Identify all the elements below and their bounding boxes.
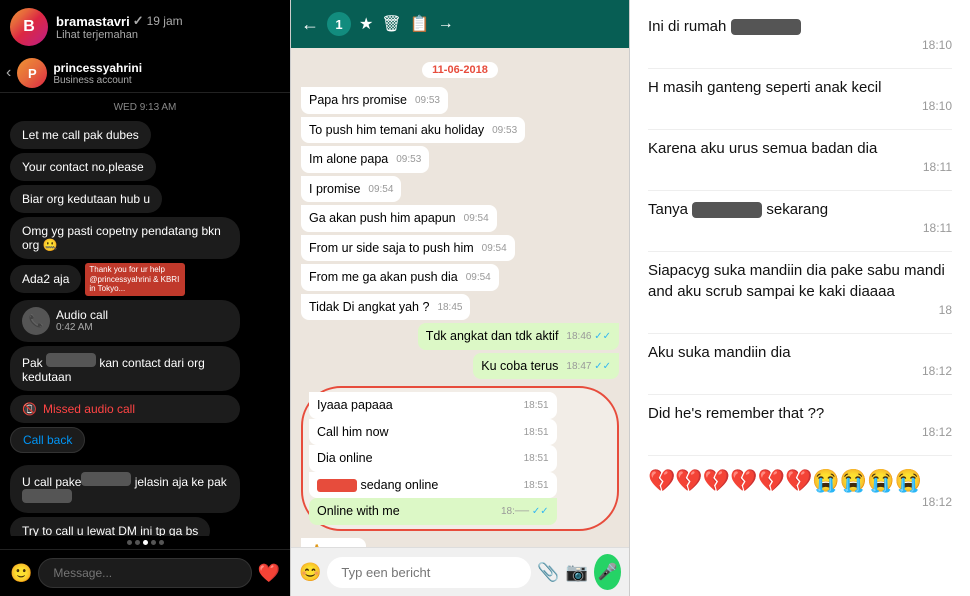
blurred-name bbox=[46, 353, 96, 367]
list-item: Pak kan contact dari org kedutaan bbox=[10, 346, 240, 391]
call-back-button[interactable]: Call back bbox=[10, 427, 85, 453]
dm-input[interactable] bbox=[38, 558, 251, 588]
dot-1 bbox=[127, 540, 132, 545]
wa-date-badge: 11-06-2018 bbox=[422, 62, 498, 78]
star-icon[interactable]: ★ bbox=[359, 14, 373, 34]
emoji-button[interactable]: 😊 bbox=[299, 562, 321, 583]
oval-highlight: Iyaaa papaaa 18:51 Call him now 18:51 Di… bbox=[301, 386, 619, 531]
dot-2 bbox=[135, 540, 140, 545]
list-item: Your contact no.please bbox=[10, 153, 156, 181]
story-username: bramastavri ✓ 19 jam bbox=[56, 13, 280, 29]
missed-call-icon: 📵 bbox=[22, 402, 37, 416]
story-avatar: B bbox=[10, 8, 48, 46]
table-row: Papa hrs promise 09:53 bbox=[301, 87, 448, 114]
audio-icon: 📞 bbox=[22, 307, 50, 335]
divider bbox=[648, 68, 952, 69]
dot-4 bbox=[151, 540, 156, 545]
mic-button[interactable]: 🎤 bbox=[594, 554, 621, 590]
divider bbox=[648, 129, 952, 130]
wa-message-input[interactable] bbox=[327, 557, 531, 588]
table-row: Dia online 18:51 bbox=[309, 445, 557, 472]
chat-user-info: princessyahrini Business account bbox=[53, 61, 142, 86]
wa-chat-area: 11-06-2018 Papa hrs promise 09:53 To pus… bbox=[291, 48, 629, 547]
list-item: Try to call u lewat DM ini tp ga bs bbox=[10, 517, 210, 536]
table-row: Im alone papa 09:53 bbox=[301, 146, 429, 173]
chat-avatar: P bbox=[17, 58, 47, 88]
divider bbox=[648, 455, 952, 456]
dm-input-row: 🙂 ❤️ bbox=[0, 549, 290, 596]
table-row: To push him temani aku holiday 09:53 bbox=[301, 117, 525, 144]
divider bbox=[648, 251, 952, 252]
table-row: H masih ganteng seperti anak kecil 18:10 bbox=[648, 77, 952, 113]
table-row: sedang online 18:51 bbox=[309, 472, 557, 499]
dot-3-active bbox=[143, 540, 148, 545]
wa-header: ← 1 ★ 🗑 📋 → bbox=[291, 0, 629, 48]
blurred-name-rp bbox=[731, 19, 801, 35]
camera-icon[interactable]: 📷 bbox=[566, 562, 588, 583]
table-row: Tdk angkat dan tdk aktif 18:46 ✓✓ bbox=[418, 323, 619, 350]
list-item: Omg yg pasti copetny pendatang bkn org 🤐 bbox=[10, 217, 240, 259]
list-item: Biar org kedutaan hub u bbox=[10, 185, 162, 213]
copy-icon[interactable]: 📋 bbox=[410, 14, 430, 34]
wa-count-badge: 1 bbox=[327, 12, 351, 36]
blurred-name-rp2 bbox=[692, 202, 762, 218]
table-row: Aku suka mandiin dia 18:12 bbox=[648, 342, 952, 378]
story-translate[interactable]: Lihat terjemahan bbox=[56, 29, 280, 41]
table-row: 💔💔💔💔💔💔😭😭😭😭 18:12 bbox=[648, 464, 952, 509]
table-row: From ur side saja to push him 09:54 bbox=[301, 235, 515, 262]
dots-indicator bbox=[0, 536, 290, 549]
table-row: 🙏 18:56 bbox=[301, 538, 366, 548]
list-item: U call pake jelasin aja ke pak bbox=[10, 465, 240, 513]
wa-footer: 😊 📎 📷 🎤 bbox=[291, 547, 629, 596]
divider bbox=[648, 190, 952, 191]
table-row: Call him now 18:51 bbox=[309, 419, 557, 446]
dm-area: WED 9:13 AM Let me call pak dubes Your c… bbox=[0, 93, 290, 536]
divider bbox=[648, 333, 952, 334]
attach-icon[interactable]: 📎 bbox=[537, 562, 559, 583]
table-row: I promise 09:54 bbox=[301, 176, 401, 203]
right-panel: Ini di rumah 18:10 H masih ganteng seper… bbox=[630, 0, 970, 596]
audio-call-item: 📞 Audio call 0:42 AM bbox=[10, 300, 240, 342]
left-panel: B bramastavri ✓ 19 jam Lihat terjemahan … bbox=[0, 0, 290, 596]
missed-call-item: 📵 Missed audio call bbox=[10, 395, 240, 423]
list-item: Let me call pak dubes bbox=[10, 121, 151, 149]
delete-icon[interactable]: 🗑 bbox=[381, 14, 401, 34]
table-row: Ga akan push him apapun 09:54 bbox=[301, 205, 497, 232]
table-row: Iyaaa papaaa 18:51 bbox=[309, 392, 557, 419]
table-row: Tanya sekarang 18:11 bbox=[648, 199, 952, 235]
story-info: bramastavri ✓ 19 jam Lihat terjemahan bbox=[56, 13, 280, 41]
story-header: B bramastavri ✓ 19 jam Lihat terjemahan bbox=[0, 0, 290, 54]
back-icon[interactable]: ‹ bbox=[6, 64, 11, 82]
dot-5 bbox=[159, 540, 164, 545]
table-row: Online with me 18:── ✓✓ bbox=[309, 498, 557, 525]
emoji-icon[interactable]: 🙂 bbox=[10, 563, 32, 584]
blurred-inline bbox=[81, 472, 131, 486]
back-arrow-icon[interactable]: ← bbox=[301, 14, 319, 35]
blurred-inline2 bbox=[22, 489, 72, 503]
table-row: From me ga akan push dia 09:54 bbox=[301, 264, 499, 291]
table-row: Did he's remember that ?? 18:12 bbox=[648, 403, 952, 439]
thank-you-tag: Thank you for ur help @princessyahrini &… bbox=[85, 263, 185, 296]
day-label: WED 9:13 AM bbox=[10, 102, 280, 113]
middle-panel: ← 1 ★ 🗑 📋 → 11-06-2018 Papa hrs promise … bbox=[290, 0, 630, 596]
heart-icon[interactable]: ❤️ bbox=[258, 563, 280, 584]
table-row: Siapacyg suka mandiin dia pake sabu mand… bbox=[648, 260, 952, 317]
forward-icon[interactable]: → bbox=[438, 15, 454, 33]
table-row: Ini di rumah 18:10 bbox=[648, 16, 952, 52]
table-row: Tidak Di angkat yah ? 18:45 bbox=[301, 294, 470, 321]
blurred-name-wa bbox=[317, 479, 357, 492]
table-row: Karena aku urus semua badan dia 18:11 bbox=[648, 138, 952, 174]
list-item: Ada2 aja Thank you for ur help @princess… bbox=[10, 263, 280, 296]
table-row: Ku coba terus 18:47 ✓✓ bbox=[473, 353, 619, 380]
divider bbox=[648, 394, 952, 395]
